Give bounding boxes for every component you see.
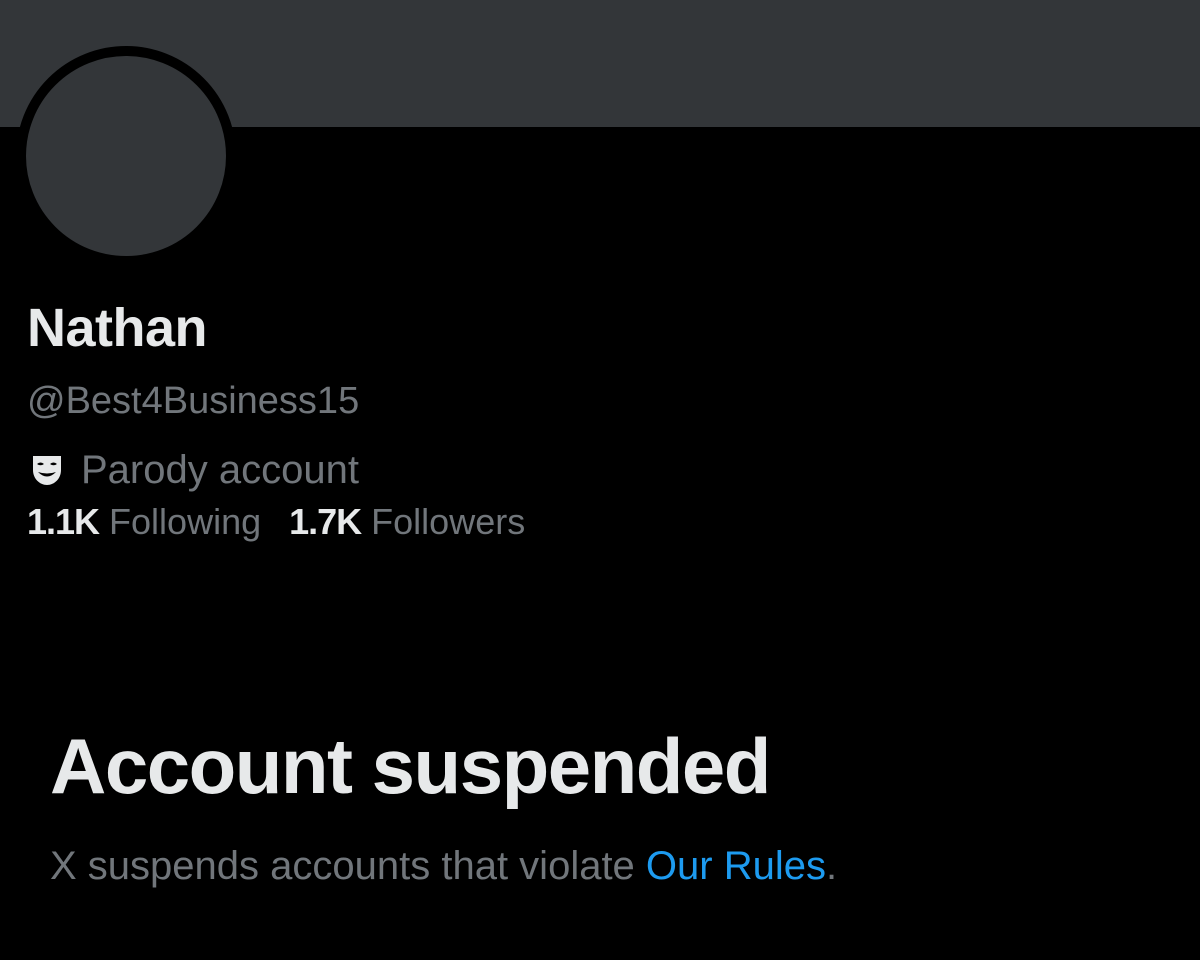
suspended-title: Account suspended xyxy=(50,722,771,810)
suspended-description-prefix: X suspends accounts that violate xyxy=(50,844,646,888)
theater-mask-icon xyxy=(33,456,61,485)
followers-count: 1.7K xyxy=(289,501,362,542)
display-name: Nathan xyxy=(27,298,208,358)
suspended-description-suffix: . xyxy=(825,844,838,888)
suspended-description: X suspends accounts that violate Our Rul… xyxy=(50,840,837,892)
avatar[interactable] xyxy=(16,46,236,266)
profile-page: Nathan @Best4Business15 Parody account 1… xyxy=(0,0,1200,960)
following-label: Following xyxy=(109,501,262,542)
followers-stat[interactable]: 1.7K Followers xyxy=(289,499,525,545)
user-handle: @Best4Business15 xyxy=(27,380,360,422)
our-rules-link[interactable]: Our Rules xyxy=(646,844,826,888)
following-count: 1.1K xyxy=(27,501,100,542)
parody-account-label: Parody account xyxy=(27,446,359,494)
parody-label-text: Parody account xyxy=(81,448,359,492)
followers-label: Followers xyxy=(371,501,526,542)
follow-stats: 1.1K Following 1.7K Followers xyxy=(27,499,525,545)
following-stat[interactable]: 1.1K Following xyxy=(27,499,261,545)
